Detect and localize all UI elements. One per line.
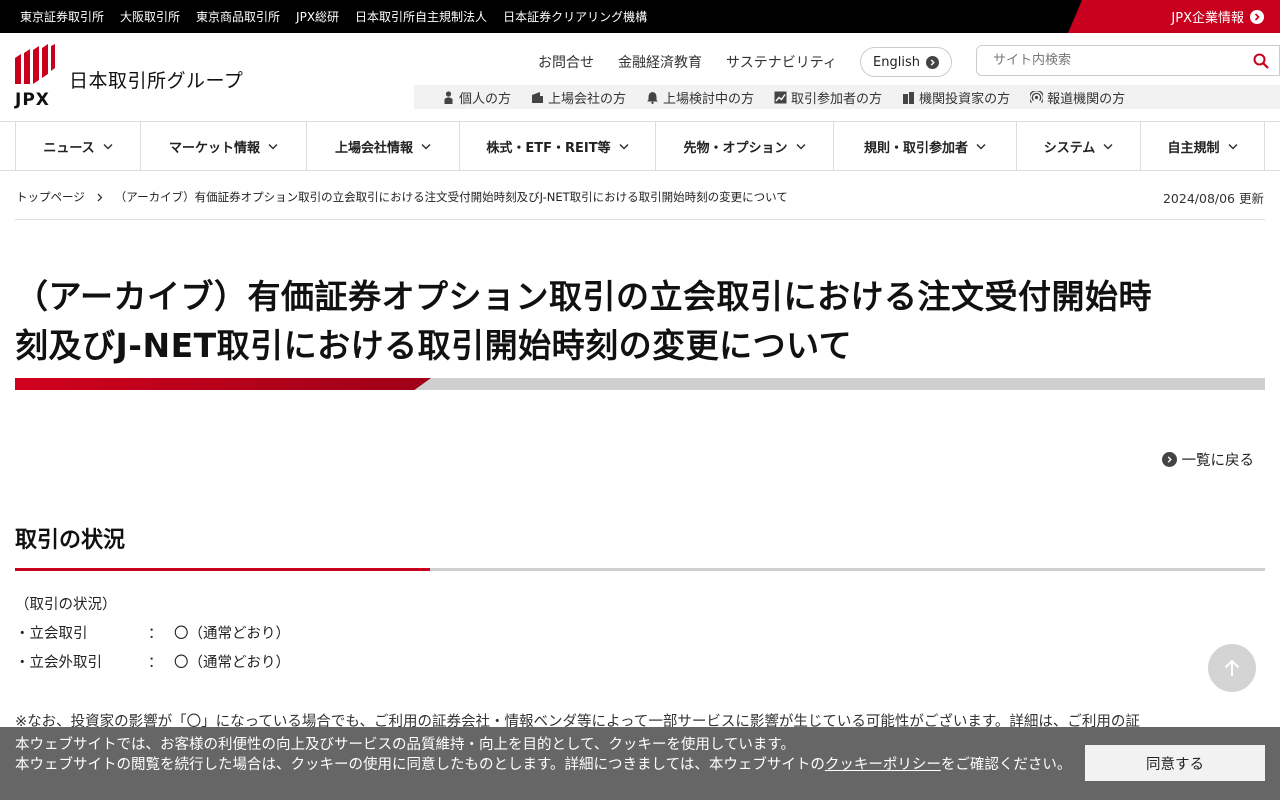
section-title: 取引の状況 [15, 528, 126, 553]
nav-system[interactable]: システム [1016, 122, 1140, 170]
chart-icon [774, 91, 787, 103]
page-title-line2: 刻及びJ-NET取引における取引開始時刻の変更について [15, 326, 853, 365]
chevron-down-icon [268, 143, 278, 150]
bell-icon [647, 91, 659, 104]
sustainability-link[interactable]: サステナビリティ [726, 52, 837, 72]
chevron-down-icon [1103, 143, 1113, 150]
chevron-down-icon [795, 143, 806, 150]
site-search [976, 45, 1280, 76]
status-row: ・立会取引 ： 〇（通常どおり） [15, 623, 290, 652]
updated-date: 2024/08/06 更新 [1162, 191, 1264, 206]
search-input[interactable] [993, 46, 1243, 75]
english-label: English [873, 54, 920, 70]
chevron-down-icon [619, 143, 629, 150]
status-heading: （取引の状況） [15, 597, 117, 613]
nav-self-regulation[interactable]: 自主規制 [1140, 122, 1265, 170]
breadcrumb-home[interactable]: トップページ [16, 189, 85, 205]
nav-futures-options[interactable]: 先物・オプション [655, 122, 833, 170]
chevron-down-icon [103, 143, 113, 150]
main-nav: ニュース マーケット情報 上場会社情報 株式・ETF・REIT等 先物・オプショ… [0, 121, 1280, 171]
corporate-info-link[interactable]: JPX企業情報 [1068, 0, 1280, 33]
divider [15, 219, 1265, 220]
nav-rules-participants[interactable]: 規則・取引参加者 [833, 122, 1016, 170]
group-link-jscc[interactable]: 日本証券クリアリング機構 [503, 8, 647, 25]
corporate-info-label: JPX企業情報 [1171, 11, 1244, 26]
english-button[interactable]: English [860, 47, 952, 77]
audience-links: 個人の方 上場会社の方 上場検討中の方 取引参加者の方 機関投資家の方 報道機関… [414, 85, 1280, 109]
buildings-icon [903, 91, 915, 104]
audience-trading-participants[interactable]: 取引参加者の方 [774, 88, 882, 107]
audience-individual[interactable]: 個人の方 [442, 88, 511, 107]
chevron-right-icon [1250, 9, 1264, 24]
group-link-ose[interactable]: 大阪取引所 [120, 8, 180, 25]
search-icon[interactable] [1253, 53, 1269, 69]
back-to-top-button[interactable] [1208, 644, 1256, 692]
nav-market-info[interactable]: マーケット情報 [140, 122, 306, 170]
audience-considering-listing[interactable]: 上場検討中の方 [646, 88, 754, 107]
nav-news[interactable]: ニュース [15, 122, 140, 170]
arrow-up-icon [1224, 659, 1240, 676]
person-icon [444, 90, 453, 104]
jpx-logo[interactable]: 日本取引所グループ JPX [15, 44, 244, 110]
group-links: 東京証券取引所 大阪取引所 東京商品取引所 JPX総研 日本取引所自主規制法人 … [20, 0, 647, 33]
audience-institutional-investors[interactable]: 機関投資家の方 [902, 88, 1010, 107]
group-link-tse[interactable]: 東京証券取引所 [20, 8, 104, 25]
logo-jpx: JPX [15, 90, 50, 110]
logo-text: 日本取引所グループ [69, 70, 244, 92]
section-underline [15, 568, 1265, 571]
financial-education-link[interactable]: 金融経済教育 [618, 52, 702, 72]
group-link-jpxi[interactable]: JPX総研 [296, 8, 339, 25]
cookie-message: 本ウェブサイトでは、お客様の利便性の向上及びサービスの品質維持・向上を目的として… [15, 737, 1072, 773]
nav-listed-company-info[interactable]: 上場会社情報 [306, 122, 459, 170]
chevron-right-icon [97, 193, 103, 201]
building-icon [532, 91, 544, 103]
chevron-down-icon [1227, 143, 1238, 150]
contact-link[interactable]: お問合せ [538, 52, 594, 72]
trading-status: （取引の状況） ・立会取引 ： 〇（通常どおり） ・立会外取引 ： 〇（通常どお… [15, 594, 290, 681]
chevron-down-icon [421, 143, 431, 150]
page-title: （アーカイブ）有価証券オプション取引の立会取引における注文受付開始時 刻及びJ-… [15, 272, 1265, 370]
audience-listed-company[interactable]: 上場会社の方 [531, 88, 626, 107]
back-to-list-link[interactable]: 一覧に戻る [1161, 449, 1255, 470]
group-link-tocom[interactable]: 東京商品取引所 [196, 8, 280, 25]
cookie-agree-button[interactable]: 同意する [1085, 745, 1265, 781]
logo-mark-icon [15, 44, 55, 84]
page-title-line1: （アーカイブ）有価証券オプション取引の立会取引における注文受付開始時 [15, 277, 1153, 316]
title-underline [15, 378, 1265, 390]
breadcrumb: トップページ （アーカイブ）有価証券オプション取引の立会取引における注文受付開始… [16, 189, 788, 205]
utility-links: お問合せ 金融経済教育 サステナビリティ [538, 52, 837, 72]
chevron-down-icon [976, 143, 986, 150]
nav-stocks-etf-reit[interactable]: 株式・ETF・REIT等 [459, 122, 655, 170]
breadcrumb-current: （アーカイブ）有価証券オプション取引の立会取引における注文受付開始時刻及びJ-N… [114, 190, 788, 204]
chevron-right-icon [925, 55, 939, 69]
status-value: 〇（通常どおり） [174, 626, 290, 642]
cookie-policy-link[interactable]: クッキーポリシー [825, 757, 941, 773]
back-to-list-label: 一覧に戻る [1181, 453, 1255, 469]
broadcast-icon [1030, 90, 1044, 103]
top-bar: 東京証券取引所 大阪取引所 東京商品取引所 JPX総研 日本取引所自主規制法人 … [0, 0, 1280, 33]
cookie-banner: 本ウェブサイトでは、お客様の利便性の向上及びサービスの品質維持・向上を目的として… [0, 727, 1280, 800]
chevron-right-icon [1161, 452, 1177, 467]
audience-press[interactable]: 報道機関の方 [1030, 88, 1125, 107]
group-link-jpxr[interactable]: 日本取引所自主規制法人 [355, 8, 487, 25]
status-value: 〇（通常どおり） [174, 655, 290, 671]
status-row: ・立会外取引 ： 〇（通常どおり） [15, 652, 290, 681]
